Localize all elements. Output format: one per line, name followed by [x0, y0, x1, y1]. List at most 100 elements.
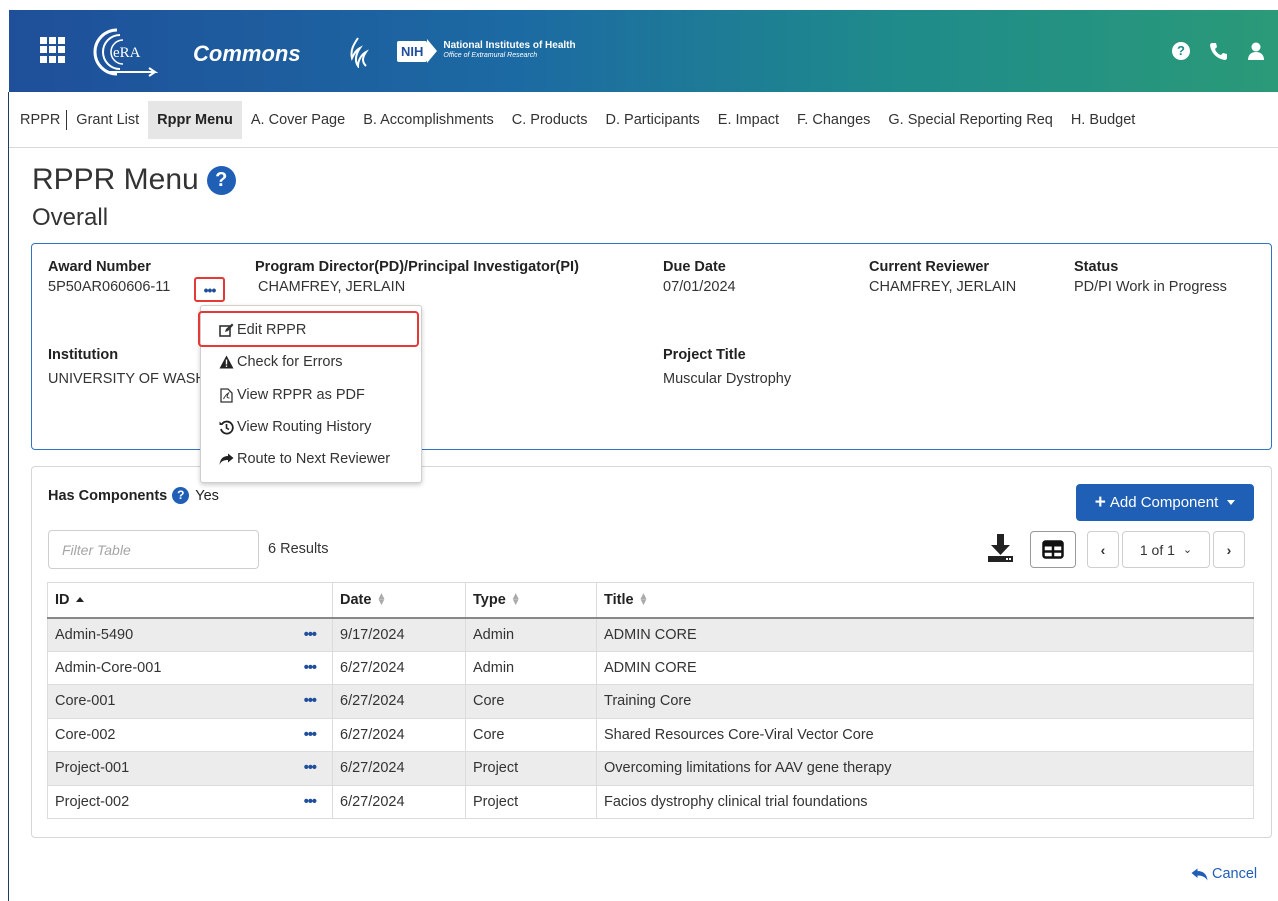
has-components: Has Components ? Yes [48, 487, 219, 504]
award-actions-button[interactable]: ••• [194, 277, 225, 302]
app-name: Commons [193, 41, 301, 66]
nav-special-reporting[interactable]: G. Special Reporting Req [879, 101, 1061, 139]
help-icon[interactable]: ? [1172, 42, 1190, 60]
table-row: Admin-5490 ••• 9/17/2024 Admin ADMIN COR… [47, 617, 1254, 652]
filter-table-input[interactable] [48, 530, 259, 569]
top-banner: eRA Commons NIH National Institutes of H… [9, 10, 1278, 92]
nih-logo[interactable]: NIH National Institutes of Health Office… [397, 39, 576, 63]
user-icon[interactable] [1246, 41, 1266, 61]
cell-id: Admin-5490 [47, 617, 278, 652]
history-icon [218, 419, 234, 435]
nav-grant-list[interactable]: Grant List [67, 101, 148, 139]
column-header-date[interactable]: Date ▲ ▼ [332, 582, 466, 619]
status-label: Status [1074, 259, 1119, 275]
cell-id: Admin-Core-001 [47, 651, 278, 685]
era-logo-text: eRA [113, 45, 141, 61]
column-toggle-button[interactable] [1030, 531, 1076, 568]
award-number-field: Award Number 5P50AR060606-11 [48, 259, 170, 295]
page-select[interactable]: 1 of 1 ⌄ [1122, 531, 1210, 568]
page-title-text: RPPR Menu [32, 163, 199, 196]
phone-icon[interactable] [1208, 41, 1228, 61]
nav-cover-page[interactable]: A. Cover Page [242, 101, 354, 139]
cell-type: Core [465, 684, 597, 719]
table-row: Admin-Core-001 ••• 6/27/2024 Admin ADMIN… [47, 651, 1254, 685]
column-header-label: Title [604, 591, 634, 608]
column-header-label: ID [55, 591, 70, 608]
chevron-down-icon: ⌄ [1182, 544, 1193, 556]
nav-rppr[interactable]: RPPR [9, 109, 68, 130]
sort-ascending-icon [75, 597, 84, 603]
chevron-left-icon: ‹ [1100, 541, 1106, 558]
page-title: RPPR Menu ? [32, 163, 236, 197]
award-number-value: 5P50AR060606-11 [48, 279, 171, 295]
era-logo[interactable]: eRA [87, 26, 159, 78]
project-title-label: Project Title [663, 347, 746, 363]
cell-title: Shared Resources Core-Viral Vector Core [596, 718, 1254, 752]
has-components-label: Has Components [48, 487, 168, 504]
download-icon[interactable] [986, 532, 1016, 564]
nav-accomplishments[interactable]: B. Accomplishments [354, 101, 503, 139]
nav-participants[interactable]: D. Participants [597, 101, 709, 139]
prev-page-button[interactable]: ‹ [1087, 531, 1119, 568]
column-header-title[interactable]: Title ▲ ▼ [596, 582, 1254, 619]
cell-title: Facios dystrophy clinical trial foundati… [596, 785, 1254, 819]
cell-id: Core-002 [47, 718, 278, 752]
cell-title: ADMIN CORE [596, 651, 1254, 685]
page-help-icon[interactable]: ? [206, 165, 236, 195]
components-help-icon[interactable]: ? [172, 487, 190, 504]
row-actions-button[interactable]: ••• [277, 718, 333, 752]
cell-type: Admin [465, 651, 597, 685]
nav-budget[interactable]: H. Budget [1062, 101, 1145, 139]
page-subtitle: Overall [32, 204, 109, 231]
warning-icon [218, 354, 234, 370]
cell-id: Project-001 [47, 751, 278, 786]
table-row: Core-002 ••• 6/27/2024 Core Shared Resou… [47, 718, 1254, 752]
institution-label: Institution [48, 347, 119, 363]
nih-office: Office of Extramural Research [443, 52, 538, 59]
plus-icon: + [1094, 491, 1106, 513]
sort-icon: ▲ ▼ [376, 590, 387, 608]
nih-name: National Institutes of Health [443, 40, 576, 51]
nih-arrow-shape [427, 39, 438, 63]
row-actions-button[interactable]: ••• [277, 684, 333, 719]
institution-value: UNIVERSITY OF WASH [48, 371, 206, 387]
nav-changes[interactable]: F. Changes [788, 101, 879, 139]
table-header-row: ID Date ▲ ▼ Type ▲ ▼ Title ▲ ▼ [47, 582, 1254, 619]
current-reviewer-value: CHAMFREY, JERLAIN [869, 279, 1017, 295]
add-component-label: Add Component [1109, 494, 1219, 511]
project-title-value: Muscular Dystrophy [663, 371, 792, 387]
pi-field: Program Director(PD)/Principal Investiga… [255, 259, 579, 295]
next-page-button[interactable]: › [1213, 531, 1245, 568]
pi-value: CHAMFREY, JERLAIN [258, 279, 406, 295]
cell-title: Training Core [596, 684, 1254, 719]
row-actions-button[interactable]: ••• [277, 751, 333, 786]
nav-products[interactable]: C. Products [503, 101, 597, 139]
cell-title: Overcoming limitations for AAV gene ther… [596, 751, 1254, 786]
menu-item-check-errors[interactable]: Check for Errors [218, 354, 343, 370]
hhs-eagle-icon [350, 37, 369, 68]
column-header-type[interactable]: Type ▲ ▼ [465, 582, 597, 619]
menu-item-view-pdf[interactable]: View RPPR as PDF [218, 387, 365, 403]
cell-date: 9/17/2024 [332, 617, 466, 652]
table-row: Project-001 ••• 6/27/2024 Project Overco… [47, 751, 1254, 786]
cell-type: Admin [465, 617, 597, 652]
menu-item-route-next[interactable]: Route to Next Reviewer [218, 451, 390, 467]
menu-item-label: Route to Next Reviewer [237, 451, 391, 467]
column-header-label: Type [473, 591, 506, 608]
cell-date: 6/27/2024 [332, 684, 466, 719]
row-actions-button[interactable]: ••• [277, 785, 333, 819]
row-actions-button[interactable]: ••• [277, 651, 333, 685]
column-header-id[interactable]: ID [47, 582, 333, 619]
cell-type: Core [465, 718, 597, 752]
nav-rppr-menu[interactable]: Rppr Menu [148, 100, 242, 139]
menu-item-routing-history[interactable]: View Routing History [218, 419, 371, 435]
row-actions-button[interactable]: ••• [277, 617, 333, 652]
sort-icon: ▲ ▼ [638, 590, 649, 608]
nav-impact[interactable]: E. Impact [709, 101, 788, 139]
sort-icon: ▲ ▼ [510, 590, 521, 608]
app-grid-icon[interactable] [40, 37, 66, 63]
cancel-link[interactable]: Cancel [1191, 866, 1257, 882]
share-arrow-icon [218, 451, 234, 467]
column-header-label: Date [340, 591, 372, 608]
add-component-button[interactable]: + Add Component [1076, 484, 1254, 521]
